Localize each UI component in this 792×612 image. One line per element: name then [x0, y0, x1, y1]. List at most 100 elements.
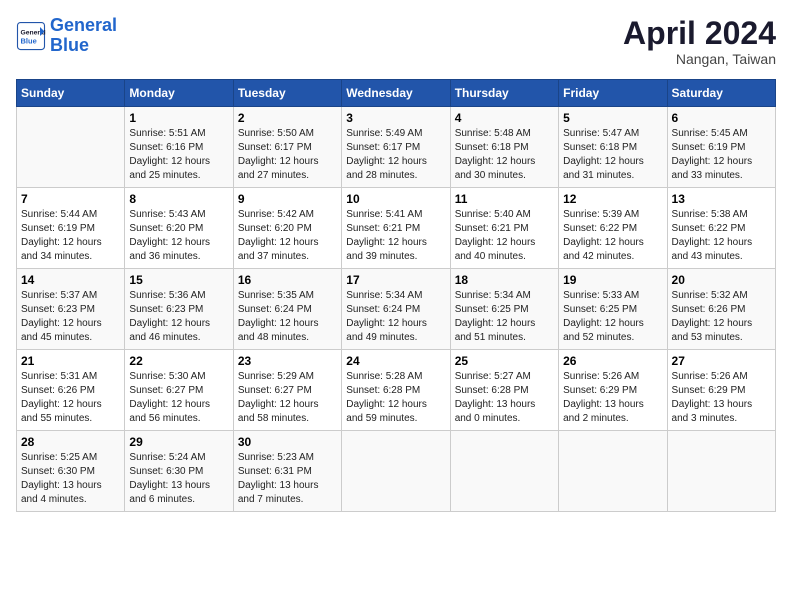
- calendar-cell: 4 Sunrise: 5:48 AM Sunset: 6:18 PM Daylig…: [450, 107, 558, 188]
- day-number: 3: [346, 111, 445, 125]
- weekday-header-saturday: Saturday: [667, 80, 775, 107]
- calendar-cell: 17 Sunrise: 5:34 AM Sunset: 6:24 PM Dayli…: [342, 269, 450, 350]
- day-number: 4: [455, 111, 554, 125]
- calendar-cell: 6 Sunrise: 5:45 AM Sunset: 6:19 PM Daylig…: [667, 107, 775, 188]
- day-info: Sunrise: 5:40 AM Sunset: 6:21 PM Dayligh…: [455, 208, 554, 264]
- calendar-cell: 22 Sunrise: 5:30 AM Sunset: 6:27 PM Dayli…: [125, 350, 233, 431]
- weekday-header-row: SundayMondayTuesdayWednesdayThursdayFrid…: [17, 80, 776, 107]
- day-info: Sunrise: 5:47 AM Sunset: 6:18 PM Dayligh…: [563, 127, 662, 183]
- day-info: Sunrise: 5:34 AM Sunset: 6:24 PM Dayligh…: [346, 289, 445, 345]
- day-number: 29: [129, 435, 228, 449]
- calendar-cell: [667, 431, 775, 512]
- day-number: 23: [238, 354, 337, 368]
- day-info: Sunrise: 5:41 AM Sunset: 6:21 PM Dayligh…: [346, 208, 445, 264]
- calendar-week-1: 1Sunrise: 5:51 AM Sunset: 6:16 PM Daylig…: [17, 107, 776, 188]
- weekday-header-friday: Friday: [559, 80, 667, 107]
- day-info: Sunrise: 5:26 AM Sunset: 6:29 PM Dayligh…: [563, 370, 662, 426]
- logo-line2: Blue: [50, 35, 89, 55]
- calendar-cell: 11 Sunrise: 5:40 AM Sunset: 6:21 PM Dayli…: [450, 188, 558, 269]
- day-number: 16: [238, 273, 337, 287]
- day-info: Sunrise: 5:34 AM Sunset: 6:25 PM Dayligh…: [455, 289, 554, 345]
- day-info: Sunrise: 5:49 AM Sunset: 6:17 PM Dayligh…: [346, 127, 445, 183]
- day-info: Sunrise: 5:30 AM Sunset: 6:27 PM Dayligh…: [129, 370, 228, 426]
- calendar-cell: 23 Sunrise: 5:29 AM Sunset: 6:27 PM Dayli…: [233, 350, 341, 431]
- day-number: 19: [563, 273, 662, 287]
- day-info: Sunrise: 5:45 AM Sunset: 6:19 PM Dayligh…: [672, 127, 771, 183]
- calendar-cell: 20Sunrise: 5:32 AM Sunset: 6:26 PM Dayli…: [667, 269, 775, 350]
- calendar-cell: 21Sunrise: 5:31 AM Sunset: 6:26 PM Dayli…: [17, 350, 125, 431]
- weekday-header-wednesday: Wednesday: [342, 80, 450, 107]
- day-info: Sunrise: 5:51 AM Sunset: 6:16 PM Dayligh…: [129, 127, 228, 183]
- day-info: Sunrise: 5:36 AM Sunset: 6:23 PM Dayligh…: [129, 289, 228, 345]
- day-number: 20: [672, 273, 771, 287]
- calendar-cell: 1Sunrise: 5:51 AM Sunset: 6:16 PM Daylig…: [125, 107, 233, 188]
- calendar-week-4: 21Sunrise: 5:31 AM Sunset: 6:26 PM Dayli…: [17, 350, 776, 431]
- calendar-cell: 27Sunrise: 5:26 AM Sunset: 6:29 PM Dayli…: [667, 350, 775, 431]
- day-number: 25: [455, 354, 554, 368]
- day-number: 22: [129, 354, 228, 368]
- day-info: Sunrise: 5:38 AM Sunset: 6:22 PM Dayligh…: [672, 208, 771, 264]
- day-number: 15: [129, 273, 228, 287]
- weekday-header-tuesday: Tuesday: [233, 80, 341, 107]
- calendar-cell: [342, 431, 450, 512]
- day-number: 6: [672, 111, 771, 125]
- day-number: 21: [21, 354, 120, 368]
- day-info: Sunrise: 5:43 AM Sunset: 6:20 PM Dayligh…: [129, 208, 228, 264]
- calendar-cell: 10 Sunrise: 5:41 AM Sunset: 6:21 PM Dayli…: [342, 188, 450, 269]
- day-number: 28: [21, 435, 120, 449]
- calendar-cell: 7Sunrise: 5:44 AM Sunset: 6:19 PM Daylig…: [17, 188, 125, 269]
- day-number: 8: [129, 192, 228, 206]
- day-info: Sunrise: 5:48 AM Sunset: 6:18 PM Dayligh…: [455, 127, 554, 183]
- calendar-cell: 16 Sunrise: 5:35 AM Sunset: 6:24 PM Dayli…: [233, 269, 341, 350]
- day-number: 13: [672, 192, 771, 206]
- day-info: Sunrise: 5:25 AM Sunset: 6:30 PM Dayligh…: [21, 451, 120, 507]
- day-info: Sunrise: 5:27 AM Sunset: 6:28 PM Dayligh…: [455, 370, 554, 426]
- calendar-header: SundayMondayTuesdayWednesdayThursdayFrid…: [17, 80, 776, 107]
- day-info: Sunrise: 5:24 AM Sunset: 6:30 PM Dayligh…: [129, 451, 228, 507]
- day-info: Sunrise: 5:35 AM Sunset: 6:24 PM Dayligh…: [238, 289, 337, 345]
- calendar-week-2: 7Sunrise: 5:44 AM Sunset: 6:19 PM Daylig…: [17, 188, 776, 269]
- calendar-cell: 25 Sunrise: 5:27 AM Sunset: 6:28 PM Dayli…: [450, 350, 558, 431]
- logo: General Blue General Blue: [16, 16, 117, 56]
- location-subtitle: Nangan, Taiwan: [623, 51, 776, 67]
- calendar-cell: 24 Sunrise: 5:28 AM Sunset: 6:28 PM Dayli…: [342, 350, 450, 431]
- calendar-body: 1Sunrise: 5:51 AM Sunset: 6:16 PM Daylig…: [17, 107, 776, 512]
- day-number: 10: [346, 192, 445, 206]
- logo-icon: General Blue: [16, 21, 46, 51]
- month-title: April 2024: [623, 16, 776, 51]
- day-number: 24: [346, 354, 445, 368]
- day-info: Sunrise: 5:37 AM Sunset: 6:23 PM Dayligh…: [21, 289, 120, 345]
- calendar-cell: 18Sunrise: 5:34 AM Sunset: 6:25 PM Dayli…: [450, 269, 558, 350]
- calendar-week-5: 28 Sunrise: 5:25 AM Sunset: 6:30 PM Dayli…: [17, 431, 776, 512]
- day-number: 30: [238, 435, 337, 449]
- calendar-cell: 15 Sunrise: 5:36 AM Sunset: 6:23 PM Dayli…: [125, 269, 233, 350]
- day-info: Sunrise: 5:29 AM Sunset: 6:27 PM Dayligh…: [238, 370, 337, 426]
- weekday-header-thursday: Thursday: [450, 80, 558, 107]
- calendar-cell: 5Sunrise: 5:47 AM Sunset: 6:18 PM Daylig…: [559, 107, 667, 188]
- calendar-cell: 9 Sunrise: 5:42 AM Sunset: 6:20 PM Daylig…: [233, 188, 341, 269]
- calendar-cell: [450, 431, 558, 512]
- calendar-cell: 29 Sunrise: 5:24 AM Sunset: 6:30 PM Dayli…: [125, 431, 233, 512]
- day-number: 11: [455, 192, 554, 206]
- calendar-cell: 19Sunrise: 5:33 AM Sunset: 6:25 PM Dayli…: [559, 269, 667, 350]
- day-info: Sunrise: 5:23 AM Sunset: 6:31 PM Dayligh…: [238, 451, 337, 507]
- calendar-cell: 13 Sunrise: 5:38 AM Sunset: 6:22 PM Dayli…: [667, 188, 775, 269]
- calendar-cell: 3 Sunrise: 5:49 AM Sunset: 6:17 PM Daylig…: [342, 107, 450, 188]
- day-number: 17: [346, 273, 445, 287]
- calendar-cell: [559, 431, 667, 512]
- day-info: Sunrise: 5:42 AM Sunset: 6:20 PM Dayligh…: [238, 208, 337, 264]
- calendar-table: SundayMondayTuesdayWednesdayThursdayFrid…: [16, 79, 776, 512]
- calendar-cell: 12Sunrise: 5:39 AM Sunset: 6:22 PM Dayli…: [559, 188, 667, 269]
- svg-text:Blue: Blue: [21, 36, 37, 45]
- day-info: Sunrise: 5:50 AM Sunset: 6:17 PM Dayligh…: [238, 127, 337, 183]
- day-info: Sunrise: 5:26 AM Sunset: 6:29 PM Dayligh…: [672, 370, 771, 426]
- calendar-cell: 30 Sunrise: 5:23 AM Sunset: 6:31 PM Dayli…: [233, 431, 341, 512]
- weekday-header-monday: Monday: [125, 80, 233, 107]
- calendar-week-3: 14Sunrise: 5:37 AM Sunset: 6:23 PM Dayli…: [17, 269, 776, 350]
- title-block: April 2024 Nangan, Taiwan: [623, 16, 776, 67]
- day-number: 12: [563, 192, 662, 206]
- day-number: 9: [238, 192, 337, 206]
- calendar-cell: 28 Sunrise: 5:25 AM Sunset: 6:30 PM Dayli…: [17, 431, 125, 512]
- day-info: Sunrise: 5:28 AM Sunset: 6:28 PM Dayligh…: [346, 370, 445, 426]
- calendar-cell: 8 Sunrise: 5:43 AM Sunset: 6:20 PM Daylig…: [125, 188, 233, 269]
